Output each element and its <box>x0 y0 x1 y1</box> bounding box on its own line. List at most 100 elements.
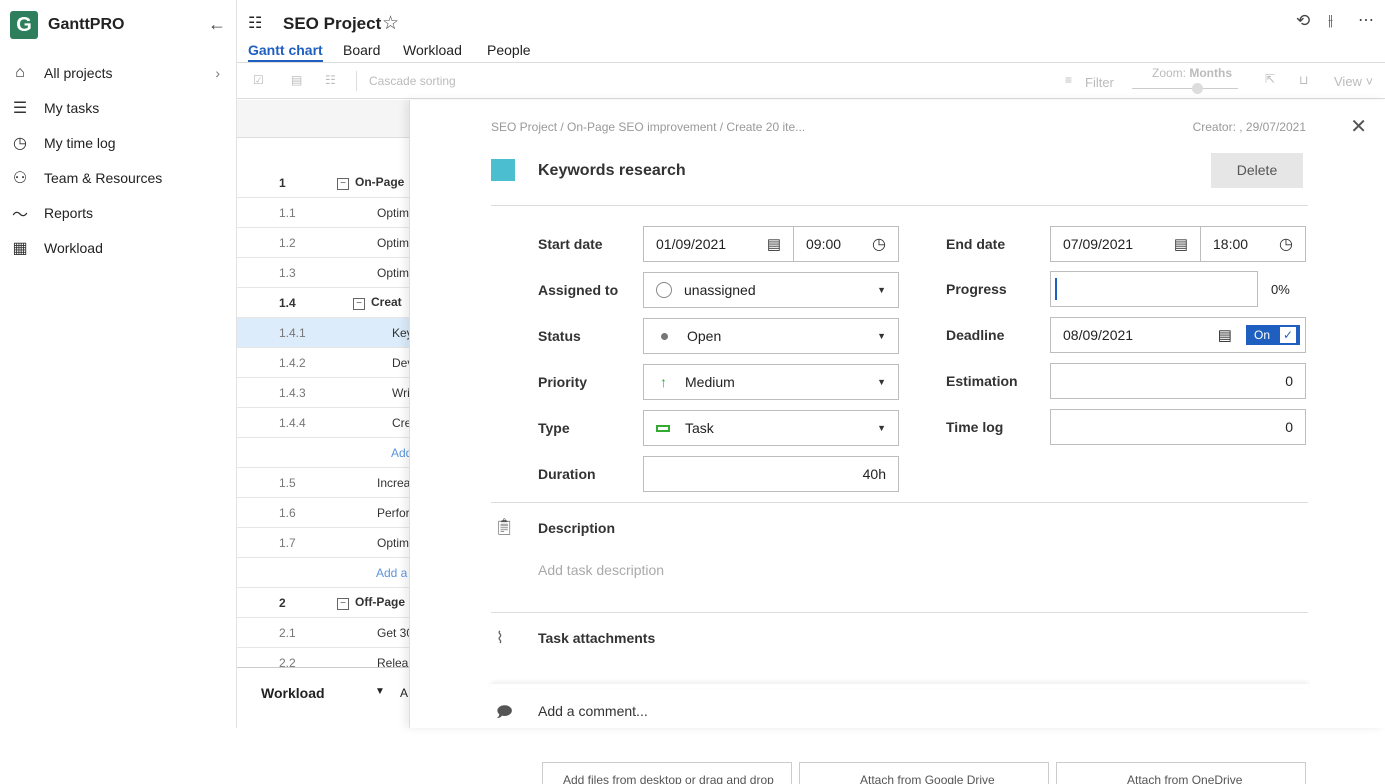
more-icon[interactable]: ⋯ <box>1358 10 1374 30</box>
cascade-sorting-button[interactable]: Cascade sorting <box>369 74 456 88</box>
clock-icon[interactable]: ◷ <box>1279 234 1293 254</box>
status-dot-icon <box>661 332 668 340</box>
timelog-input[interactable]: 0 <box>1050 409 1306 445</box>
onedrive-button[interactable]: Attach from OneDrive <box>1056 762 1306 784</box>
end-date-value: 07/09/2021 <box>1063 236 1134 252</box>
end-time-input[interactable]: 18:00 ◷ <box>1200 226 1306 262</box>
assigned-label: Assigned to <box>538 282 619 298</box>
table-row[interactable]: 1.5 Increa <box>237 468 410 498</box>
divider <box>491 205 1308 206</box>
view-dropdown[interactable]: View ˅ <box>1334 74 1373 89</box>
progress-input[interactable] <box>1050 271 1258 307</box>
start-date-input[interactable]: 01/09/2021 ▤ <box>643 226 794 262</box>
tab-gantt-chart[interactable]: Gantt chart <box>248 42 323 63</box>
collapse-icon[interactable]: − <box>353 298 365 310</box>
calendar-icon[interactable]: ▤ <box>1174 235 1188 253</box>
sidebar-item-my-time-log[interactable]: ◷ My time log <box>0 125 236 160</box>
hierarchy-icon[interactable]: ☷ <box>325 73 336 87</box>
caret-down-icon[interactable]: ▼ <box>375 686 385 697</box>
baseline-icon[interactable]: ⊔ <box>1299 73 1308 87</box>
start-time-input[interactable]: 09:00 ◷ <box>793 226 899 262</box>
calendar-icon[interactable]: ▤ <box>767 235 781 253</box>
table-row[interactable]: 2.1 Get 30 <box>237 618 413 648</box>
add-files-button[interactable]: Add files from desktop or drag and drop <box>542 762 792 784</box>
team-icon: ⚇ <box>12 169 28 187</box>
start-date-label: Start date <box>538 236 603 252</box>
sidebar-item-workload[interactable]: ▦ Workload <box>0 230 236 265</box>
status-select[interactable]: Open ▼ <box>643 318 899 354</box>
text-cursor <box>1055 278 1057 300</box>
table-row[interactable]: 1 − On-Page <box>237 168 409 198</box>
end-date-input[interactable]: 07/09/2021 ▤ <box>1050 226 1201 262</box>
estimation-input[interactable]: 0 <box>1050 363 1306 399</box>
collapse-icon[interactable]: − <box>337 598 349 610</box>
workload-footer: Workload ▼ A <box>237 667 409 728</box>
deadline-value: 08/09/2021 <box>1063 327 1134 343</box>
calendar-icon[interactable]: ▤ <box>1218 326 1232 344</box>
collapse-sidebar-icon[interactable]: ← <box>208 14 226 35</box>
task-color-swatch[interactable] <box>491 159 515 181</box>
table-row[interactable]: 1.6 Perfor <box>237 498 410 528</box>
assigned-value: unassigned <box>684 282 756 298</box>
google-drive-button[interactable]: Attach from Google Drive <box>799 762 1049 784</box>
toolbar: ☑ ▤ ☷ Cascade sorting ≡ Filter Zoom: Mon… <box>237 62 1385 99</box>
task-name: Get 30 <box>377 625 414 640</box>
end-date-label: End date <box>946 236 1006 252</box>
zoom-slider[interactable] <box>1132 88 1238 89</box>
row-number: 1.3 <box>279 265 296 280</box>
clock-icon[interactable]: ◷ <box>872 234 886 254</box>
settings-sliders-icon[interactable]: ⫲ <box>1328 12 1333 29</box>
add-task-link[interactable]: Add a <box>376 566 407 580</box>
checklist-icon[interactable]: ☑ <box>253 73 264 87</box>
toolbar-divider <box>356 71 357 91</box>
filter-icon[interactable]: ≡ <box>1065 73 1072 87</box>
sidebar-item-label: Workload <box>44 239 103 256</box>
table-row[interactable]: 1.4.1 Key <box>237 318 413 348</box>
comment-input[interactable]: Add a comment... <box>538 703 648 719</box>
sidebar-item-all-projects[interactable]: ⌂ All projects › <box>0 55 236 90</box>
calendar-alert-icon[interactable]: ▤ <box>291 73 302 87</box>
tab-people[interactable]: People <box>487 42 531 58</box>
table-row[interactable]: 2 − Off-Page <box>237 588 409 618</box>
delete-button[interactable]: Delete <box>1211 153 1303 188</box>
table-row[interactable]: 1.4.3 Wri <box>237 378 410 408</box>
table-row[interactable]: 1.4.2 Dev <box>237 348 413 378</box>
export-icon[interactable]: ⇱ <box>1265 72 1275 86</box>
filter-button[interactable]: Filter <box>1085 75 1114 90</box>
table-row[interactable]: 1.7 Optim <box>237 528 409 558</box>
task-grid: 1− On-Page 1.1 Optim 1.2 Optim 1.3 Optim 1.4− Cre… <box>237 100 413 728</box>
task-name[interactable]: Keywords research <box>538 162 686 180</box>
star-icon[interactable]: ☆ <box>382 12 399 35</box>
description-input[interactable]: Add task description <box>538 562 664 578</box>
history-icon[interactable]: ⟲ <box>1296 11 1310 31</box>
task-name: Optim <box>377 235 410 250</box>
task-name: Perfor <box>377 505 410 520</box>
priority-select[interactable]: ↑ Medium ▼ <box>643 364 899 400</box>
table-row[interactable]: 1.3 Optim <box>237 258 409 288</box>
collapse-icon[interactable]: − <box>337 178 349 190</box>
table-row[interactable]: 1.4.4 Cre <box>237 408 411 438</box>
deadline-input[interactable]: 08/09/2021 ▤ On ✓ <box>1050 317 1306 353</box>
view-label: View <box>1334 74 1362 89</box>
breadcrumb[interactable]: SEO Project / On-Page SEO improvement / … <box>491 120 805 134</box>
table-row[interactable]: Add a <box>237 558 409 588</box>
assigned-select[interactable]: unassigned ▼ <box>643 272 899 308</box>
sidebar-item-reports[interactable]: 〜 Reports <box>0 195 236 230</box>
chevron-right-icon: › <box>215 64 220 81</box>
sidebar-item-my-tasks[interactable]: ☰ My tasks <box>0 90 236 125</box>
close-icon[interactable]: ✕ <box>1350 114 1367 139</box>
table-row[interactable]: 1.2 Optim <box>237 228 409 258</box>
tab-workload[interactable]: Workload <box>403 42 462 58</box>
table-row[interactable]: 1.4 − Creat <box>237 288 409 318</box>
table-row[interactable]: Add <box>237 438 412 468</box>
row-number: 1.2 <box>279 235 296 250</box>
type-select[interactable]: Task ▼ <box>643 410 899 446</box>
deadline-toggle[interactable]: On ✓ <box>1245 325 1300 345</box>
zoom-slider-handle[interactable] <box>1192 83 1203 94</box>
table-row[interactable]: 1.1 Optim <box>237 198 409 228</box>
progress-value: 0% <box>1271 282 1290 297</box>
divider <box>491 502 1308 503</box>
tab-board[interactable]: Board <box>343 42 380 58</box>
sidebar-item-team-resources[interactable]: ⚇ Team & Resources <box>0 160 236 195</box>
duration-input[interactable]: 40h <box>643 456 899 492</box>
